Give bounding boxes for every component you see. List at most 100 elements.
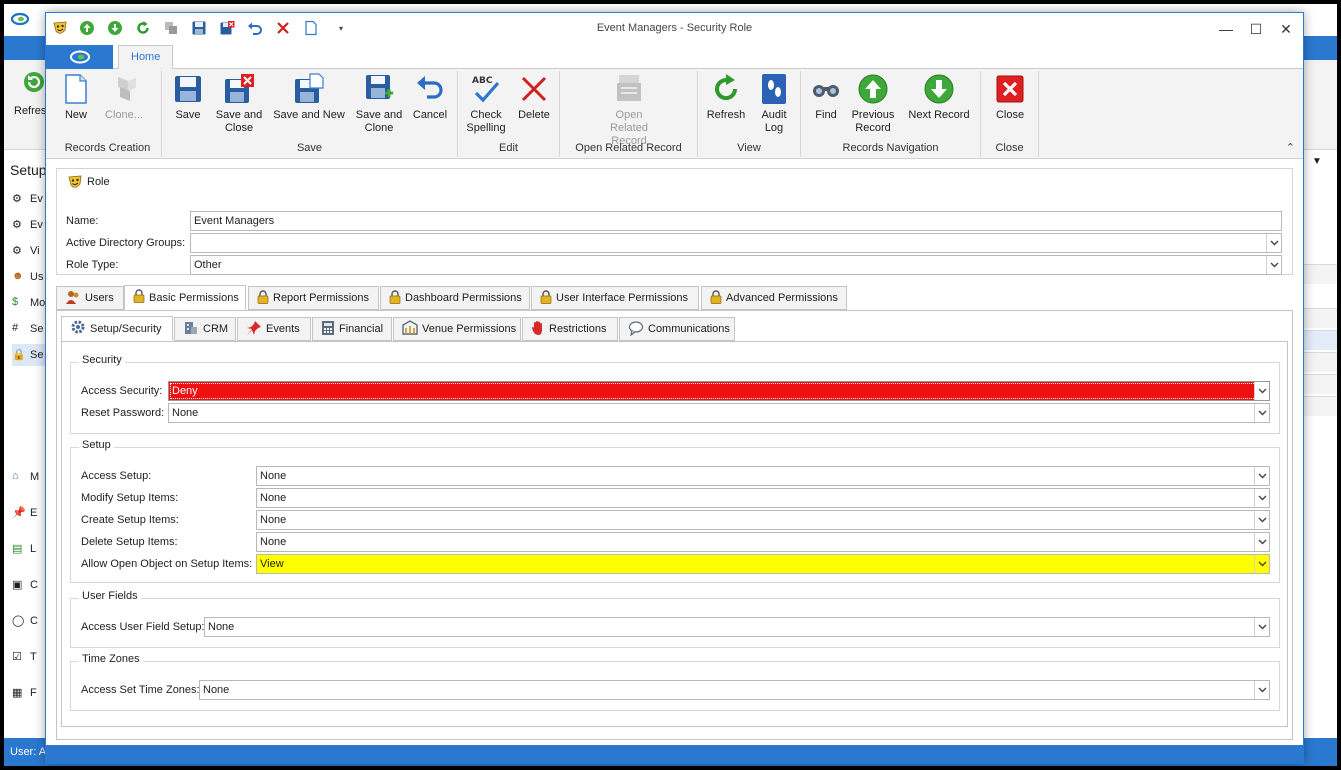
crm-icon <box>183 320 199 339</box>
ribbon-group-view: Refresh Audit Log View <box>698 71 801 157</box>
ribbon-group-label: Records Creation <box>64 142 151 154</box>
modify-setup-items-combo[interactable]: None <box>256 488 1270 508</box>
previous-record-button[interactable]: Previous Record <box>851 73 895 135</box>
lock-icon <box>133 289 145 306</box>
delete-setup-items-label: Delete Setup Items: <box>81 536 178 548</box>
tab-user-interface-permissions[interactable]: User Interface Permissions <box>531 286 699 310</box>
save-and-close-button[interactable]: Save and Close <box>214 73 264 135</box>
background-refresh-label[interactable]: Refres <box>14 105 46 117</box>
tab-home[interactable]: Home <box>118 45 174 70</box>
save-and-new-button[interactable]: Save and New <box>272 73 346 122</box>
ribbon-group-label: Save <box>296 142 323 154</box>
chevron-down-icon[interactable] <box>1254 618 1269 636</box>
window-status-bar <box>46 745 1303 763</box>
setup-security-panel: Security Access Security: Deny Reset Pas… <box>61 341 1288 727</box>
audit-log-icon <box>762 74 786 104</box>
role-type-combo[interactable]: Other <box>190 255 1282 275</box>
minimize-button[interactable]: — <box>1213 19 1239 39</box>
save-close-icon <box>225 74 254 103</box>
chevron-down-icon[interactable] <box>1254 533 1269 551</box>
tab-basic-permissions[interactable]: Basic Permissions <box>124 285 246 310</box>
app-logo-icon <box>69 50 90 64</box>
tab-restrictions[interactable]: Restrictions <box>522 317 618 341</box>
new-document-icon <box>65 74 87 104</box>
collapse-ribbon-icon[interactable]: ⌃ <box>1286 141 1295 154</box>
file-menu-button[interactable] <box>46 45 113 69</box>
tab-crm[interactable]: CRM <box>174 317 236 341</box>
user-fields-group-title: User Fields <box>79 590 141 602</box>
create-setup-items-combo[interactable]: None <box>256 510 1270 530</box>
background-grid-row <box>1304 374 1337 394</box>
speech-bubble-icon <box>628 320 644 339</box>
chevron-down-icon[interactable] <box>1254 382 1269 400</box>
chevron-down-icon[interactable] <box>1254 555 1269 573</box>
speech-bubble-icon: ◯ <box>12 615 25 627</box>
clone-icon <box>118 77 136 101</box>
new-button[interactable]: New <box>56 73 96 122</box>
stop-hand-icon <box>531 320 545 339</box>
chevron-down-icon[interactable] <box>1254 511 1269 529</box>
cancel-button[interactable]: Cancel <box>410 73 450 122</box>
allow-open-object-combo[interactable]: View <box>256 554 1270 574</box>
tab-communications[interactable]: Communications <box>619 317 735 341</box>
security-group: Security Access Security: Deny Reset Pas… <box>70 354 1280 434</box>
refresh-button[interactable]: Refresh <box>704 73 748 122</box>
next-record-button[interactable]: Next Record <box>905 73 973 122</box>
ribbon-group-label: Edit <box>499 142 518 154</box>
save-button[interactable]: Save <box>172 73 204 122</box>
calculator-icon: ▦ <box>12 687 23 699</box>
chevron-down-icon[interactable] <box>1254 681 1269 699</box>
access-set-time-zones-combo[interactable]: None <box>199 680 1270 700</box>
tab-financial[interactable]: Financial <box>312 317 392 341</box>
access-user-field-setup-combo[interactable]: None <box>204 617 1270 637</box>
audit-log-button[interactable]: Audit Log <box>756 73 792 135</box>
chevron-down-icon[interactable] <box>1254 404 1269 422</box>
save-clone-icon <box>366 75 393 99</box>
find-button[interactable]: Find <box>809 73 843 122</box>
check-spelling-button[interactable]: ABC Check Spelling <box>464 73 508 135</box>
close-window-button[interactable]: ✕ <box>1273 19 1299 39</box>
background-dropdown-icon[interactable]: ▼ <box>1312 156 1322 167</box>
delete-button[interactable]: Delete <box>514 73 554 122</box>
main-content: Role Name: Event Managers Active Directo… <box>46 159 1303 740</box>
chevron-down-icon[interactable] <box>1254 489 1269 507</box>
close-button[interactable]: Close <box>991 73 1029 122</box>
lock-icon <box>257 289 269 307</box>
maximize-button[interactable]: ☐ <box>1243 19 1269 39</box>
open-related-record-button[interactable]: Open Related Record <box>590 73 668 148</box>
delete-setup-items-combo[interactable]: None <box>256 532 1270 552</box>
background-grid: ▼ <box>1304 150 1337 752</box>
access-set-time-zones-label: Access Set Time Zones: <box>81 684 200 696</box>
ribbon-group-open-related-record: Open Related Record Open Related Record <box>560 71 698 157</box>
security-role-window: ▾ Event Managers - Security Role — ☐ ✕ H… <box>45 12 1304 764</box>
tab-dashboard-permissions[interactable]: Dashboard Permissions <box>380 286 530 310</box>
tab-events[interactable]: Events <box>237 317 311 341</box>
chevron-down-icon[interactable] <box>1266 234 1281 252</box>
chevron-down-icon[interactable] <box>1266 256 1281 274</box>
security-group-title: Security <box>79 354 125 366</box>
clone-button[interactable]: Clone... <box>100 73 148 122</box>
chevron-down-icon[interactable] <box>1254 467 1269 485</box>
task-icon: ☑ <box>12 651 22 663</box>
create-setup-items-label: Create Setup Items: <box>81 514 179 526</box>
tab-report-permissions[interactable]: Report Permissions <box>248 286 379 310</box>
access-setup-combo[interactable]: None <box>256 466 1270 486</box>
ad-groups-combo[interactable] <box>190 233 1282 253</box>
reset-password-combo[interactable]: None <box>168 403 1270 423</box>
name-input[interactable]: Event Managers <box>190 211 1282 231</box>
access-security-combo[interactable]: Deny <box>168 381 1270 401</box>
close-red-icon <box>996 75 1024 103</box>
title-bar: ▾ Event Managers - Security Role — ☐ ✕ <box>46 13 1303 45</box>
gear-icon <box>70 319 86 338</box>
users-icon <box>65 289 81 308</box>
save-and-clone-button[interactable]: Save and Clone <box>354 73 404 135</box>
list-icon: ▤ <box>12 543 23 555</box>
modify-setup-items-label: Modify Setup Items: <box>81 492 179 504</box>
tab-venue-permissions[interactable]: Venue Permissions <box>393 317 521 341</box>
background-sidebar-header: Setup <box>10 162 47 178</box>
tab-advanced-permissions[interactable]: Advanced Permissions <box>701 286 847 310</box>
tab-setup-security[interactable]: Setup/Security <box>61 316 173 341</box>
tab-users[interactable]: Users <box>56 286 124 310</box>
background-grid-row <box>1304 396 1337 416</box>
ribbon-group-edit: ABC Check Spelling Delete Edit <box>458 71 560 157</box>
